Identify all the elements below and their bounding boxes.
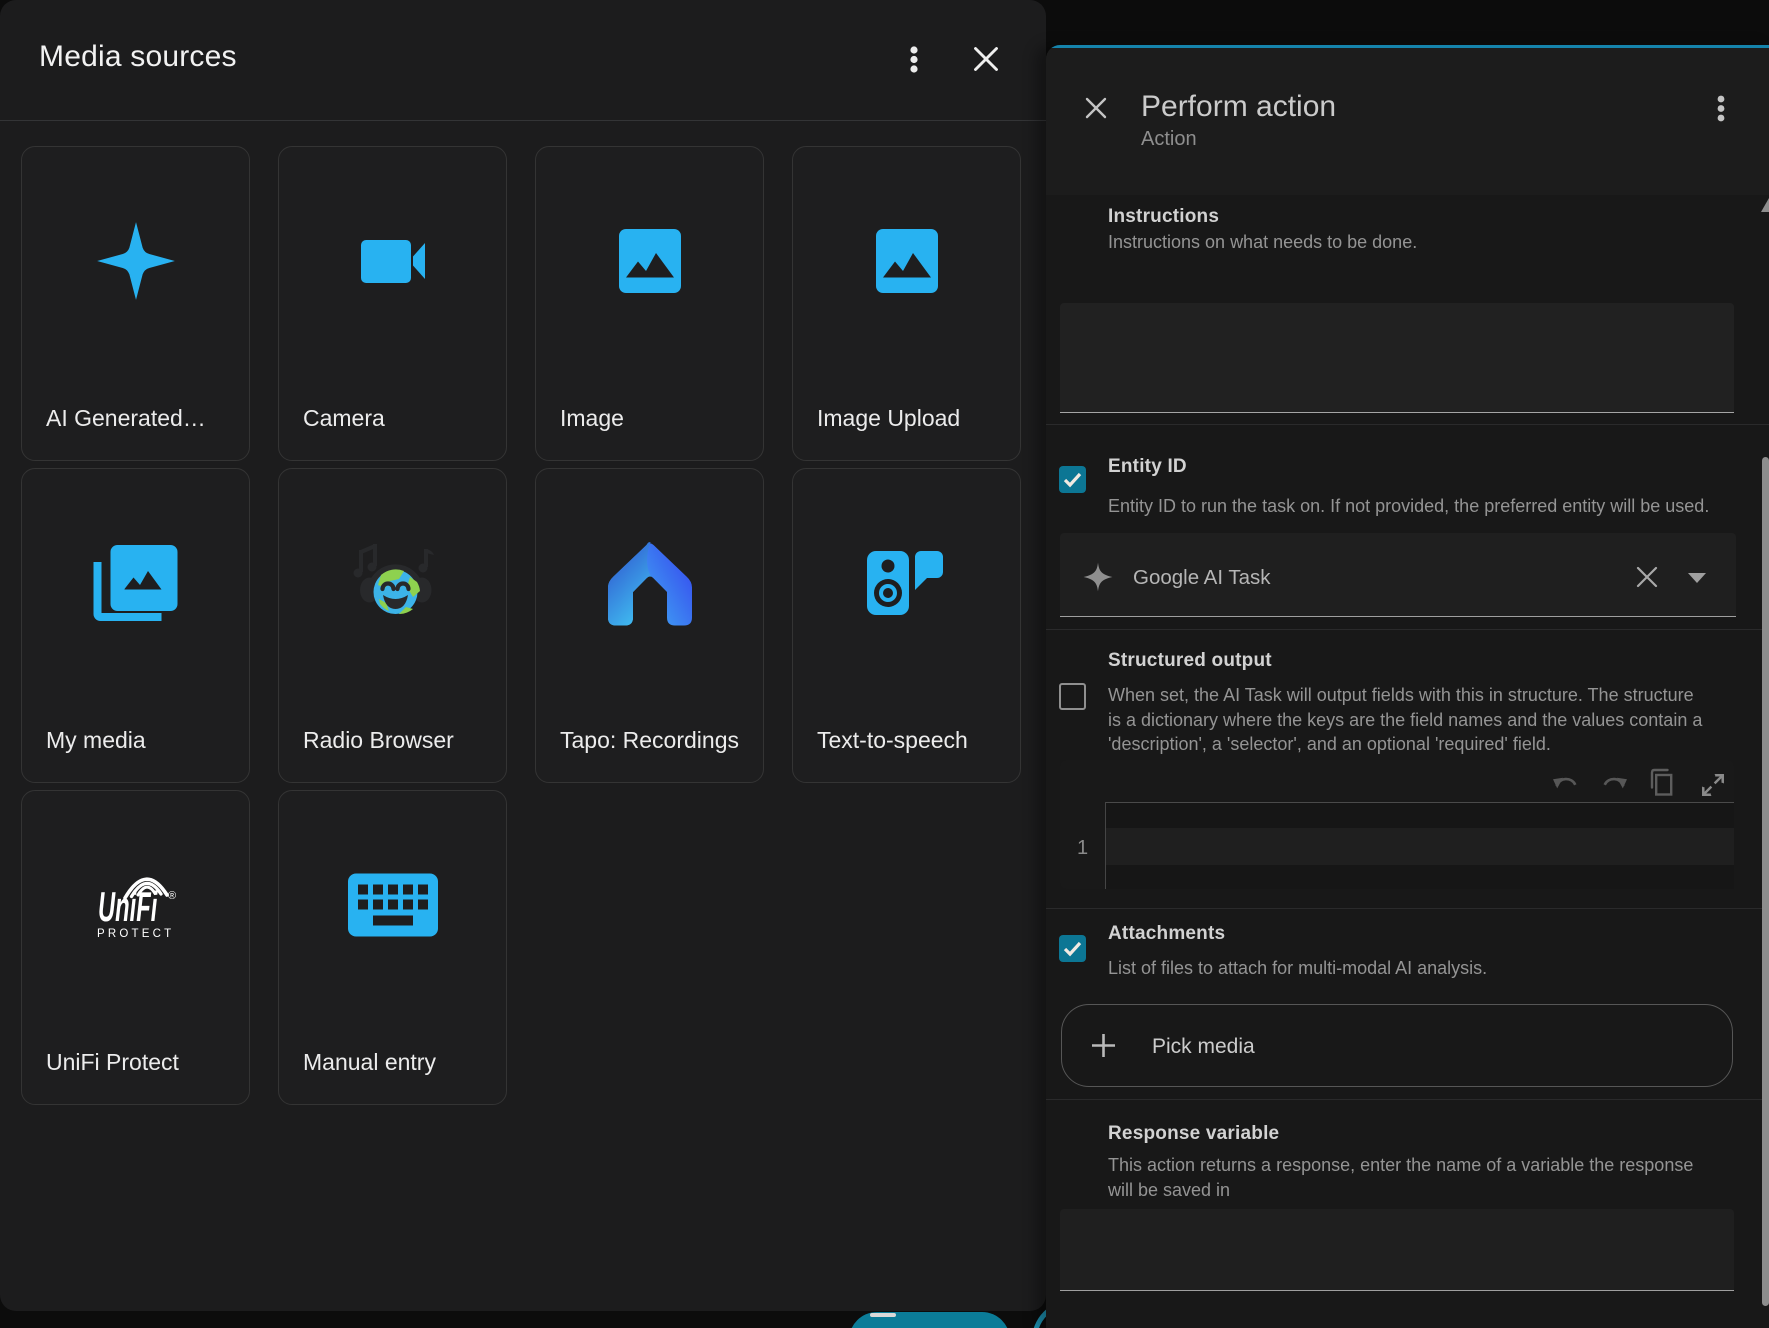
svg-text:UniFi: UniFi bbox=[98, 884, 158, 931]
svg-text:PROTECT: PROTECT bbox=[97, 928, 174, 940]
svg-text:®: ® bbox=[168, 890, 176, 902]
